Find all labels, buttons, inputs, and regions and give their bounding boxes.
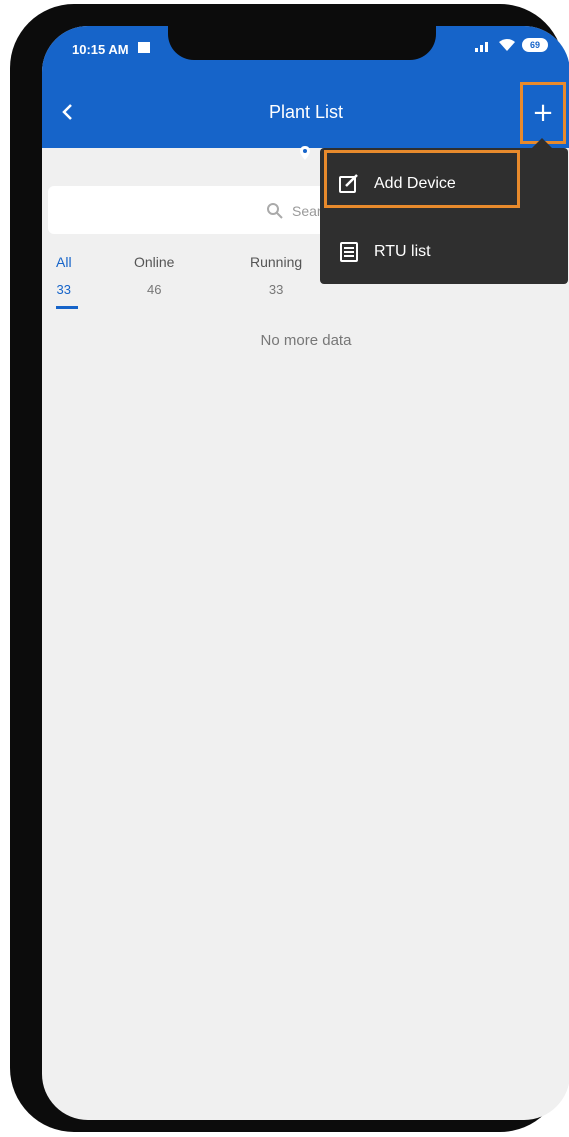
battery-icon: 69	[522, 38, 548, 52]
plus-icon: +	[532, 98, 554, 128]
tab-label: Online	[134, 254, 175, 270]
tab-count: 46	[147, 282, 162, 297]
location-icon	[300, 146, 310, 160]
tab-label: All	[56, 254, 72, 270]
menu-item-rtu-list[interactable]: RTU list	[320, 220, 568, 284]
search-icon	[267, 203, 283, 219]
add-button[interactable]: +	[520, 82, 566, 144]
empty-list-message: No more data	[260, 332, 352, 349]
status-time: 10:15 AM	[72, 42, 129, 57]
phone-frame: 10:15 AM 69 Plant List Search All 33 Onl…	[10, 4, 569, 1132]
status-icons: 69	[474, 38, 548, 52]
list-icon	[340, 242, 358, 262]
app-screen: 10:15 AM 69 Plant List Search All 33 Onl…	[42, 26, 569, 1120]
tab-online[interactable]: Online 46	[134, 254, 174, 297]
menu-item-label: Add Device	[374, 175, 456, 192]
tab-count: 33	[268, 282, 284, 297]
wifi-icon	[499, 39, 515, 51]
add-menu-dropdown: Add Device RTU list	[320, 148, 568, 284]
phone-notch	[168, 26, 436, 60]
menu-item-add-device[interactable]: Add Device	[320, 152, 568, 216]
tab-count: 33	[56, 282, 72, 297]
notification-icon	[138, 42, 150, 53]
dropdown-arrow	[532, 138, 552, 148]
tab-running[interactable]: Running 33	[250, 254, 302, 297]
edit-icon	[339, 174, 358, 193]
menu-item-label: RTU list	[374, 243, 431, 260]
page-title: Plant List	[268, 102, 344, 122]
active-tab-indicator	[56, 306, 78, 309]
tab-label: Running	[250, 254, 303, 270]
tab-all[interactable]: All 33	[56, 254, 72, 297]
signal-icon	[475, 42, 488, 52]
